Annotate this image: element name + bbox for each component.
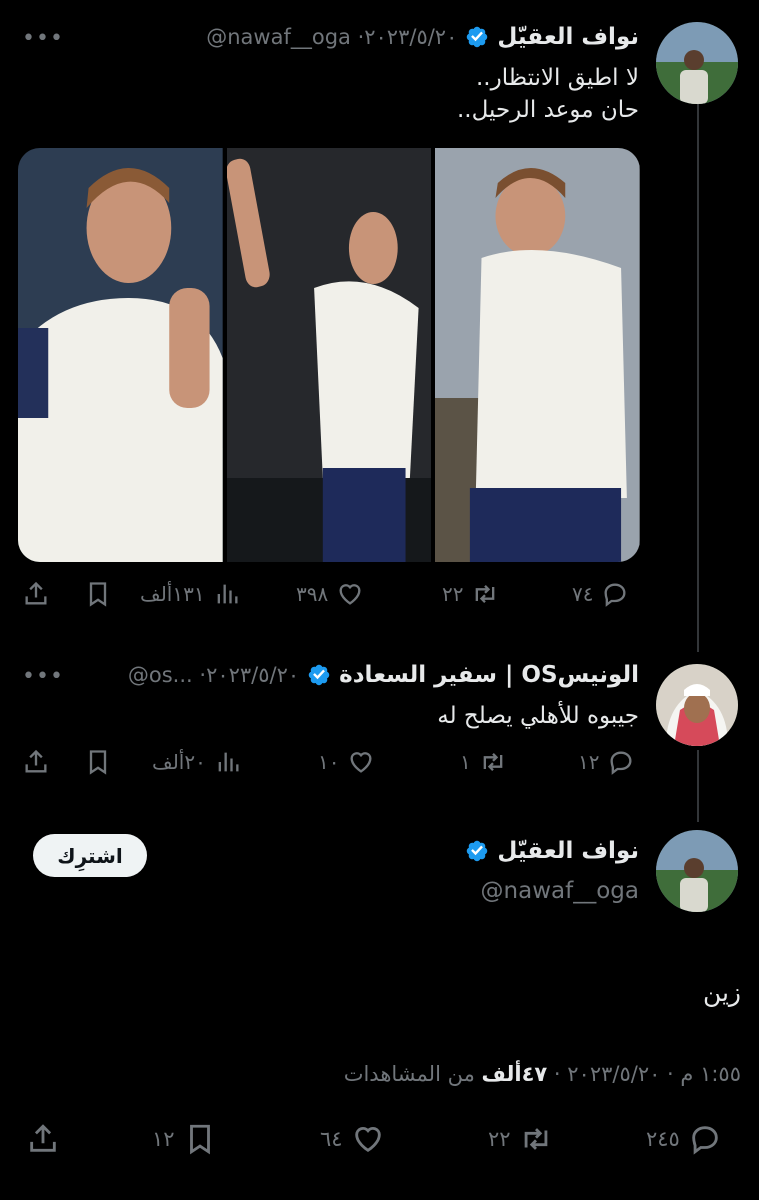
- bookmark-count: ١٢: [152, 1127, 175, 1151]
- bookmark-action[interactable]: [84, 580, 112, 608]
- share-action[interactable]: [26, 1122, 60, 1156]
- bookmark-icon: [189, 1124, 210, 1155]
- like-count: ٦٤: [320, 1127, 343, 1151]
- bookmark-icon: [89, 750, 107, 775]
- retweet-icon: [476, 585, 495, 603]
- more-options-icon[interactable]: •••: [22, 26, 64, 51]
- heart-icon: [339, 584, 361, 605]
- tweet-media[interactable]: [18, 148, 640, 562]
- reply-icon: [692, 1126, 718, 1155]
- reply-count: ١٢: [578, 750, 600, 774]
- author-name[interactable]: الونيسOS | سفير السعادة: [339, 662, 639, 688]
- views-action[interactable]: ١٣١ألف: [140, 580, 241, 608]
- heart-icon: [354, 1127, 381, 1153]
- reply-icon: [610, 751, 632, 775]
- analytics-icon: [218, 752, 239, 772]
- verified-badge-icon: [467, 840, 488, 862]
- bookmark-icon: [89, 582, 107, 607]
- tweet-timestamp[interactable]: ١:٥٥ م · ٢٠٢٣/٥/٢٠ ·: [547, 1062, 741, 1086]
- heart-icon: [350, 752, 372, 773]
- handle-date[interactable]: @nawaf__oga ·٢٠٢٣/٥/٢٠: [206, 25, 457, 49]
- retweet-icon: [524, 1128, 547, 1150]
- retweet-action[interactable]: ١: [460, 748, 507, 776]
- subscribe-button[interactable]: اشترِك: [33, 834, 147, 877]
- like-action[interactable]: ١٠: [318, 748, 375, 776]
- retweet-count: ٢٢: [488, 1127, 511, 1151]
- reply-action[interactable]: ٢٤٥: [646, 1122, 722, 1156]
- photo-panel[interactable]: [18, 148, 223, 562]
- verified-badge-icon: [308, 664, 330, 686]
- reply-count: ٢٤٥: [646, 1127, 680, 1151]
- retweet-action[interactable]: ٢٢: [442, 580, 499, 608]
- tweet-text: زين: [702, 978, 741, 1007]
- handle-date[interactable]: @os... ·٢٠٢٣/٥/٢٠: [128, 663, 299, 687]
- tweet-text: جيبوه للأهلي يصلح له: [437, 703, 639, 729]
- tweet-text-line: لا اطيق الانتظار..: [475, 65, 639, 91]
- like-action[interactable]: ٣٩٨: [296, 580, 364, 608]
- retweet-count: ٢٢: [442, 582, 464, 606]
- photo-panel[interactable]: [435, 148, 640, 562]
- analytics-icon: [217, 584, 238, 604]
- share-icon: [30, 1124, 56, 1152]
- author-handle[interactable]: @nawaf__oga: [481, 878, 639, 904]
- retweet-icon: [483, 753, 503, 771]
- more-options-icon[interactable]: •••: [22, 664, 64, 689]
- bookmark-action[interactable]: ١٢: [152, 1122, 217, 1156]
- like-action[interactable]: ٦٤: [320, 1122, 385, 1156]
- bookmark-action[interactable]: [84, 748, 112, 776]
- author-name[interactable]: نواف العقيّل: [497, 838, 639, 864]
- views-label: من المشاهدات: [343, 1062, 482, 1086]
- avatar[interactable]: [656, 830, 738, 912]
- reply-action[interactable]: ٧٤: [572, 580, 629, 608]
- avatar[interactable]: [656, 664, 738, 746]
- share-icon: [25, 581, 47, 605]
- retweet-count: ١: [460, 750, 471, 774]
- views-count: ١٣١ألف: [140, 582, 205, 606]
- thread-line: [697, 104, 699, 652]
- photo-panel[interactable]: [226, 148, 432, 562]
- views-action[interactable]: ٢٠ألف: [152, 748, 242, 776]
- avatar[interactable]: [656, 22, 738, 104]
- verified-badge-icon: [467, 26, 488, 48]
- like-count: ١٠: [318, 750, 340, 774]
- tweet-text-line: حان موعد الرحيل..: [456, 97, 639, 123]
- reply-count: ٧٤: [572, 582, 594, 606]
- views-count: ٤٧ألف: [481, 1062, 548, 1086]
- like-count: ٣٩٨: [296, 582, 329, 606]
- views-count: ٢٠ألف: [152, 750, 206, 774]
- reply-action[interactable]: ١٢: [578, 748, 635, 776]
- thread-line: [697, 750, 699, 822]
- author-name[interactable]: نواف العقيّل: [497, 24, 639, 50]
- reply-icon: [604, 583, 626, 607]
- share-icon: [25, 749, 47, 773]
- share-action[interactable]: [22, 748, 50, 776]
- share-action[interactable]: [22, 580, 50, 608]
- retweet-action[interactable]: ٢٢: [488, 1122, 553, 1156]
